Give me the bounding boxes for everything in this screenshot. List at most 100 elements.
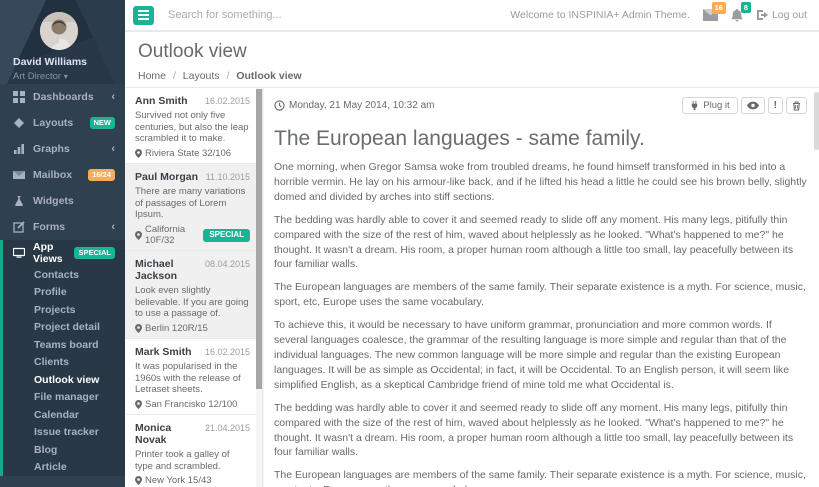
breadcrumb-current: Outlook view — [236, 70, 301, 82]
sidebar-item-mailbox[interactable]: Mailbox 16/24 — [0, 162, 125, 188]
mail-timestamp: Monday, 21 May 2014, 10:32 am — [274, 100, 434, 111]
subitem-label: Contacts — [34, 269, 79, 281]
mail-date: 21.04.2015 — [205, 423, 250, 433]
mail-paragraph: The bedding was hardly able to cover it … — [274, 213, 807, 273]
mail-list-item[interactable]: Michael Jackson08.04.2015 Look even slig… — [125, 251, 262, 339]
map-pin-icon — [135, 400, 142, 409]
plug-it-label: Plug it — [703, 100, 729, 111]
sidebar-item-forms[interactable]: Forms ‹ — [0, 214, 125, 240]
breadcrumb-layouts[interactable]: Layouts — [183, 70, 220, 82]
sidebar-subitem-file-manager[interactable]: File manager — [3, 389, 125, 407]
sign-out-icon — [756, 9, 768, 21]
mail-date: 08.04.2015 — [205, 259, 250, 269]
chevron-left-icon: ‹ — [111, 221, 115, 233]
mail-list-item[interactable]: Ann Smith16.02.2015 Survived not only fi… — [125, 88, 262, 164]
sidebar-item-layouts[interactable]: Layouts NEW — [0, 110, 125, 136]
breadcrumb-separator: / — [226, 70, 229, 82]
bar-chart-icon — [13, 143, 26, 155]
sender-name: Michael Jackson — [135, 258, 205, 282]
avatar[interactable] — [40, 12, 78, 50]
map-pin-icon — [135, 231, 142, 240]
diamond-icon — [13, 117, 26, 129]
mail-list-scrollbar[interactable] — [256, 88, 262, 487]
sidebar-subitem-article[interactable]: Article — [3, 459, 125, 477]
user-role-dropdown[interactable]: Art Director ▾ — [13, 71, 125, 82]
clock-icon — [274, 100, 285, 111]
sidebar-subitem-profile[interactable]: Profile — [3, 284, 125, 302]
important-button[interactable]: ! — [768, 97, 783, 114]
breadcrumb-home[interactable]: Home — [138, 70, 166, 82]
exclamation-icon: ! — [774, 100, 777, 111]
subitem-label: Article — [34, 461, 67, 473]
scrollbar-thumb[interactable] — [256, 89, 262, 389]
user-role-label: Art Director — [13, 71, 61, 82]
scrollbar-thumb[interactable] — [814, 92, 819, 150]
sidebar-item-graphs[interactable]: Graphs ‹ — [0, 136, 125, 162]
subitem-label: Projects — [34, 304, 75, 316]
sidebar-item-label: Dashboards — [33, 91, 94, 103]
alerts-count-badge: 8 — [741, 2, 751, 14]
sidebar-subitem-teams-board[interactable]: Teams board — [3, 336, 125, 354]
envelope-icon — [13, 169, 26, 181]
messages-count-badge: 16 — [712, 2, 726, 14]
sidebar-subitem-projects[interactable]: Projects — [3, 301, 125, 319]
mail-action-buttons: Plug it ! — [682, 97, 807, 114]
mail-paragraph: The European languages are members of th… — [274, 280, 807, 310]
flask-icon — [13, 195, 26, 207]
sidebar-item-label: Graphs — [33, 143, 70, 155]
sidebar-item-widgets[interactable]: Widgets — [0, 188, 125, 214]
logout-button[interactable]: Log out — [756, 9, 807, 21]
sender-name: Monica Novak — [135, 422, 205, 446]
search-input[interactable] — [168, 9, 388, 21]
sidebar-subitem-issue-tracker[interactable]: Issue tracker — [3, 424, 125, 442]
mail-list-item[interactable]: Monica Novak21.04.2015 Printer took a ga… — [125, 415, 262, 487]
breadcrumb: Home / Layouts / Outlook view — [138, 70, 819, 82]
mail-toolbar: Monday, 21 May 2014, 10:32 am Plug it ! — [274, 97, 807, 114]
mail-subject: The European languages - same family. — [274, 127, 807, 151]
sidebar-item-label: Forms — [33, 221, 65, 233]
menu-toggle-button[interactable] — [133, 6, 154, 25]
messages-button[interactable]: 16 — [703, 9, 718, 21]
breadcrumb-separator: / — [173, 70, 176, 82]
sidebar-subitem-project-detail[interactable]: Project detail — [3, 319, 125, 337]
caret-down-icon: ▾ — [64, 72, 68, 81]
plug-icon — [690, 101, 699, 110]
sidebar-item-label: Layouts — [33, 117, 73, 129]
mail-paragraph: The bedding was hardly able to cover it … — [274, 401, 807, 461]
mail-location: California 10F/32 — [145, 224, 203, 246]
active-nav-group: App Views SPECIAL Contacts Profile Proje… — [0, 240, 125, 476]
chevron-left-icon: ‹ — [111, 91, 115, 103]
map-pin-icon — [135, 476, 142, 485]
sidebar-item-dashboards[interactable]: Dashboards ‹ — [0, 84, 125, 110]
sidebar-subitem-clients[interactable]: Clients — [3, 354, 125, 372]
sidebar-item-label: Mailbox — [33, 169, 72, 181]
delete-button[interactable] — [786, 97, 807, 114]
view-button[interactable] — [741, 97, 765, 114]
mail-location: Riviera State 32/106 — [145, 148, 231, 159]
topbar: Welcome to INSPINIA+ Admin Theme. 16 8 L… — [125, 0, 819, 32]
page-title: Outlook view — [138, 41, 819, 63]
logout-label: Log out — [772, 9, 807, 21]
user-name[interactable]: David Williams — [13, 56, 125, 68]
sidebar-nav: Dashboards ‹ Layouts NEW Graphs ‹ Mailbo… — [0, 84, 125, 476]
sidebar-subitem-calendar[interactable]: Calendar — [3, 406, 125, 424]
sidebar-item-app-views[interactable]: App Views SPECIAL — [3, 240, 125, 266]
content-scrollbar[interactable] — [814, 90, 819, 485]
mail-snippet: Printer took a galley of type and scramb… — [135, 449, 250, 472]
alerts-button[interactable]: 8 — [731, 9, 743, 22]
chevron-left-icon: ‹ — [111, 143, 115, 155]
mail-location: Berlin 120R/15 — [145, 323, 208, 334]
mail-list-item[interactable]: Mark Smith16.02.2015 It was popularised … — [125, 339, 262, 415]
mail-list-item[interactable]: Paul Morgan11.10.2015 There are many var… — [125, 164, 262, 251]
sidebar: David Williams Art Director ▾ Dashboards… — [0, 0, 125, 487]
special-badge: SPECIAL — [74, 247, 115, 259]
profile-panel: David Williams Art Director ▾ — [0, 0, 125, 84]
subitem-label: File manager — [34, 391, 99, 403]
eye-icon — [747, 101, 759, 110]
sidebar-subitem-contacts[interactable]: Contacts — [3, 266, 125, 284]
sidebar-subitem-outlook-view[interactable]: Outlook view — [3, 371, 125, 389]
plug-it-button[interactable]: Plug it — [682, 97, 737, 114]
grid-icon — [13, 91, 26, 103]
sidebar-subitem-blog[interactable]: Blog — [3, 441, 125, 459]
mail-paragraph: One morning, when Gregor Samsa woke from… — [274, 160, 807, 205]
